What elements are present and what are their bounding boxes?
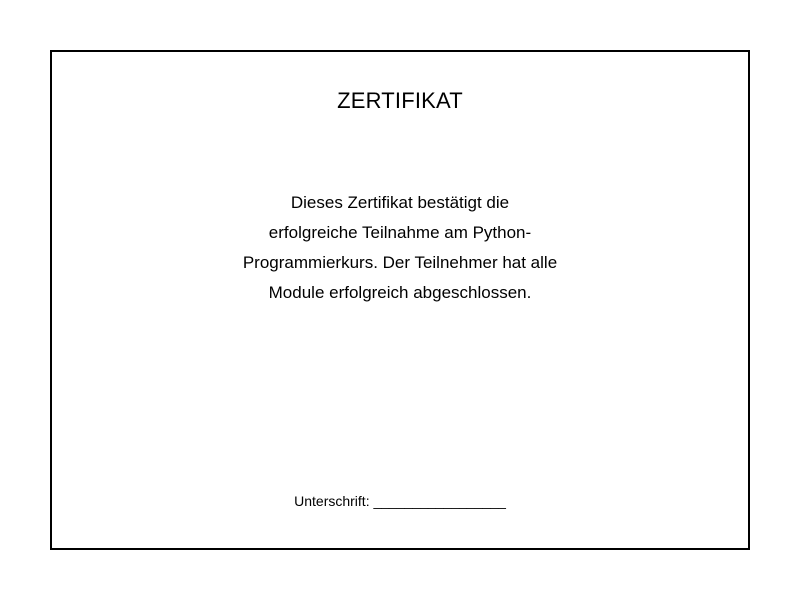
signature-label: Unterschrift: — [294, 493, 370, 509]
certificate-body-line: erfolgreiche Teilnahme am Python- — [268, 223, 532, 242]
certificate-body-line: Module erfolgreich abgeschlossen. — [268, 283, 532, 302]
certificate-body-line: Programmierkurs. Der Teilnehmer hat alle — [242, 253, 558, 272]
certificate-frame: ZERTIFIKAT Dieses Zertifikat bestätigt d… — [50, 50, 750, 550]
signature-area: Unterschrift: _________________ — [52, 492, 748, 510]
certificate-body-text: Dieses Zertifikat bestätigt die erfolgre… — [232, 188, 568, 308]
certificate-title: ZERTIFIKAT — [337, 88, 463, 113]
signature-line: _________________ — [373, 493, 506, 509]
certificate-body-line: Dieses Zertifikat bestätigt die — [290, 193, 510, 212]
